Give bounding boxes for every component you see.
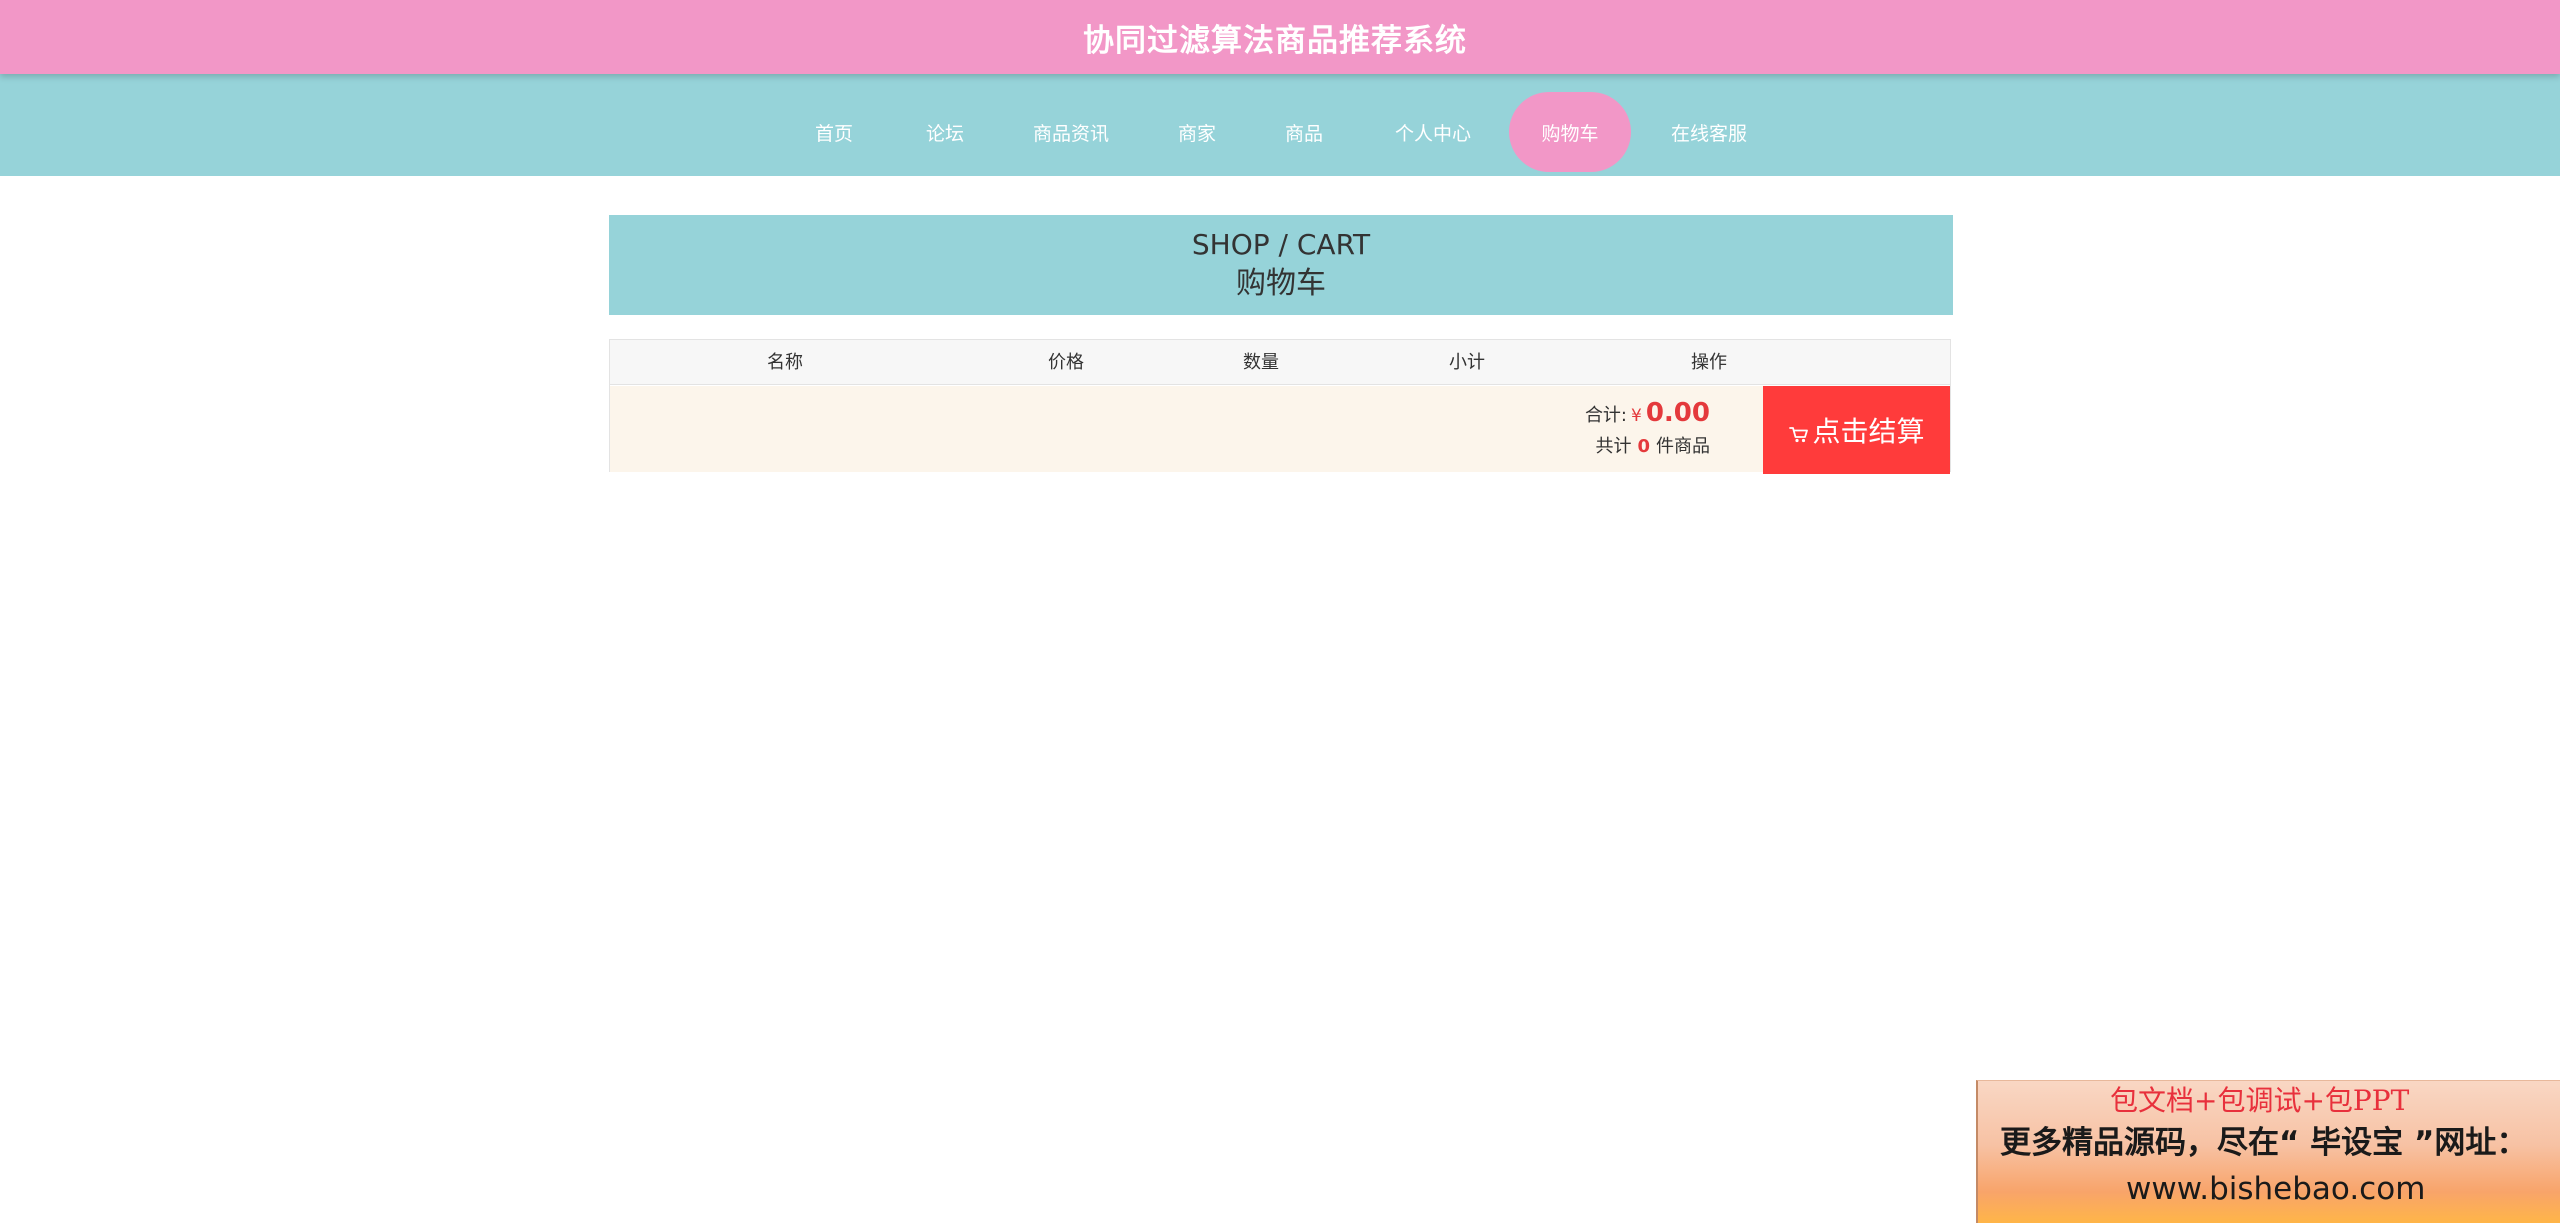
ad-line-2: 更多精品源码，尽在“ 毕设宝 ”网址： xyxy=(2000,1125,2528,1161)
cart-summary-row: 合计: ¥0.00 共计 0 件商品 点击结算 xyxy=(610,386,1950,474)
cart-table: 名称 价格 数量 小计 操作 合计: ¥0.00 共计 0 件商品 点击结算 xyxy=(609,339,1951,474)
nav-item-personal-center[interactable]: 个人中心 xyxy=(1380,92,1486,172)
count-prefix: 共计 xyxy=(1595,436,1632,457)
page-banner: SHOP / CART 购物车 xyxy=(609,215,1953,315)
ad-banner[interactable]: 包文档+包调试+包PPT 更多精品源码，尽在“ 毕设宝 ”网址： www.bis… xyxy=(1976,1080,2560,1223)
nav-item-product-news[interactable]: 商品资讯 xyxy=(1016,92,1126,172)
column-header-price: 价格 xyxy=(1048,352,1084,373)
checkout-button[interactable]: 点击结算 xyxy=(1763,386,1950,474)
banner-title-cn: 购物车 xyxy=(1236,266,1326,301)
ad-line-3: www.bishebao.com xyxy=(2126,1171,2426,1207)
item-count: 0 xyxy=(1637,436,1650,457)
total-price: 0.00 xyxy=(1645,398,1710,428)
column-header-subtotal: 小计 xyxy=(1449,352,1485,373)
banner-title-en: SHOP / CART xyxy=(1191,228,1371,261)
cart-total-line: 合计: ¥0.00 xyxy=(1585,396,1710,433)
nav-item-merchants[interactable]: 商家 xyxy=(1157,92,1237,172)
cart-summary: 合计: ¥0.00 共计 0 件商品 xyxy=(1585,396,1710,461)
nav-item-forum[interactable]: 论坛 xyxy=(905,92,985,172)
cart-count-line: 共计 0 件商品 xyxy=(1585,433,1710,461)
nav-item-products[interactable]: 商品 xyxy=(1264,92,1344,172)
site-title: 协同过滤算法商品推荐系统 xyxy=(1083,22,1467,59)
nav-item-home[interactable]: 首页 xyxy=(794,92,874,172)
count-suffix: 件商品 xyxy=(1656,436,1710,457)
column-header-actions: 操作 xyxy=(1691,352,1727,373)
checkout-label: 点击结算 xyxy=(1812,415,1925,448)
nav-item-online-service[interactable]: 在线客服 xyxy=(1655,92,1763,172)
ad-line-1: 包文档+包调试+包PPT xyxy=(2110,1084,2410,1117)
site-header: 协同过滤算法商品推荐系统 xyxy=(0,0,2560,74)
cart-icon xyxy=(1788,419,1810,443)
column-header-quantity: 数量 xyxy=(1243,352,1279,373)
nav-item-cart[interactable]: 购物车 xyxy=(1509,92,1631,172)
total-label: 合计: xyxy=(1584,405,1628,426)
currency-symbol: ¥ xyxy=(1631,406,1642,426)
cart-table-header: 名称 价格 数量 小计 操作 xyxy=(610,340,1950,385)
column-header-name: 名称 xyxy=(767,352,803,373)
main-nav: 首页 论坛 商品资讯 商家 商品 个人中心 购物车 在线客服 xyxy=(0,74,2560,176)
